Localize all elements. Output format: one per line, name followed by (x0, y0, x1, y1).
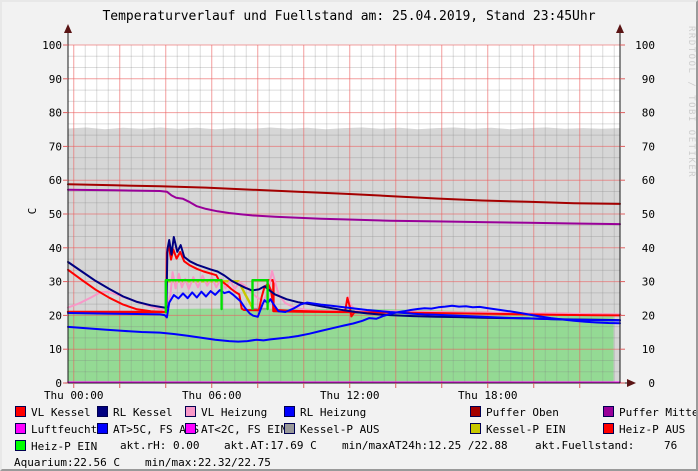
y-axis-arrow-right (616, 24, 624, 33)
rrd-graph-image: Temperaturverlauf und Fuellstand am: 25.… (0, 0, 698, 471)
y-tick-label: 80 (49, 107, 62, 120)
y-tick-label: 40 (49, 242, 62, 255)
stat-text: 76 (664, 440, 677, 452)
y-tick-label: 20 (49, 309, 62, 322)
y-tick-label: 60 (49, 174, 62, 187)
legend-item-vl-kessel: VL Kessel (15, 406, 91, 419)
legend-swatch (284, 406, 295, 417)
legend-label: Heiz-P AUS (619, 423, 685, 436)
y-axis-title: C (26, 208, 39, 215)
x-tick-label: Thu 12:00 (320, 389, 380, 402)
y-tick-label: 30 (49, 276, 62, 289)
legend-item-at-2c-fs-ein: AT<2C, FS EIN (185, 423, 287, 436)
legend-swatch (603, 406, 614, 417)
y-tick-label: 10 (49, 343, 62, 356)
legend-item-puffer-mitte: Puffer Mitte (603, 406, 698, 419)
legend-item-puffer-oben: Puffer Oben (470, 406, 559, 419)
y-tick-label-right: 0 (648, 377, 655, 390)
legend-swatch (97, 406, 108, 417)
y-tick-label-right: 100 (635, 39, 655, 52)
legend-label: RL Kessel (113, 406, 173, 419)
x-axis-arrow (627, 379, 636, 387)
legend-swatch (15, 440, 26, 451)
legend-swatch (97, 423, 108, 434)
y-tick-label: 50 (49, 208, 62, 221)
y-tick-label-right: 70 (642, 140, 655, 153)
y-tick-label-right: 80 (642, 107, 655, 120)
legend-swatch (15, 423, 26, 434)
stat-text: akt.AT:17.69 C (224, 440, 317, 452)
y-tick-label: 70 (49, 140, 62, 153)
rrdtool-watermark: RRDTOOL / TOBI OETIKER (686, 26, 696, 178)
y-tick-label: 100 (42, 39, 62, 52)
stat-text: Aquarium:22.56 C (14, 457, 120, 469)
legend-label: Luftfeuchte (31, 423, 104, 436)
y-tick-label-right: 30 (642, 276, 655, 289)
legend-item-rl-heizung: RL Heizung (284, 406, 366, 419)
temperature-chart: 0010102020303040405050606070708080909010… (2, 2, 698, 402)
y-axis-arrow-left (64, 24, 72, 33)
legend-label: Puffer Mitte (619, 406, 698, 419)
legend-item-heiz-p-ein: Heiz-P EIN (15, 440, 97, 453)
legend-item-kessel-p-ein: Kessel-P EIN (470, 423, 565, 436)
stat-text: min/maxAT24h:12.25 /22.88 (342, 440, 508, 452)
x-tick-label: Thu 18:00 (458, 389, 518, 402)
x-tick-label: Thu 00:00 (44, 389, 104, 402)
legend-label: Kessel-P EIN (486, 423, 565, 436)
legend-swatch (603, 423, 614, 434)
legend-item-vl-heizung: VL Heizung (185, 406, 267, 419)
legend-item-heiz-p-aus: Heiz-P AUS (603, 423, 685, 436)
y-tick-label-right: 60 (642, 174, 655, 187)
legend-label: Kessel-P AUS (300, 423, 379, 436)
legend-label: RL Heizung (300, 406, 366, 419)
legend-item-kessel-p-aus: Kessel-P AUS (284, 423, 379, 436)
legend-label: VL Kessel (31, 406, 91, 419)
legend-swatch (185, 423, 196, 434)
y-tick-label-right: 10 (642, 343, 655, 356)
legend-item-rl-kessel: RL Kessel (97, 406, 173, 419)
stat-text: akt.rH: 0.00 (120, 440, 199, 452)
y-tick-label-right: 40 (642, 242, 655, 255)
legend-label: Puffer Oben (486, 406, 559, 419)
legend-label: VL Heizung (201, 406, 267, 419)
legend-swatch (284, 423, 295, 434)
stat-text: min/max:22.32/22.75 (145, 457, 271, 469)
x-tick-label: Thu 06:00 (182, 389, 242, 402)
legend-item-luftfeuchte: Luftfeuchte (15, 423, 104, 436)
legend-swatch (15, 406, 26, 417)
legend-item-at-5c-fs-aus: AT>5C, FS AUS (97, 423, 199, 436)
stat-text: akt.Fuellstand: (535, 440, 634, 452)
legend-swatch (470, 423, 481, 434)
y-tick-label-right: 20 (642, 309, 655, 322)
legend-label: AT<2C, FS EIN (201, 423, 287, 436)
y-tick-label: 90 (49, 73, 62, 86)
legend-swatch (185, 406, 196, 417)
y-tick-label-right: 50 (642, 208, 655, 221)
y-tick-label-right: 90 (642, 73, 655, 86)
legend-label: Heiz-P EIN (31, 440, 97, 453)
legend-swatch (470, 406, 481, 417)
